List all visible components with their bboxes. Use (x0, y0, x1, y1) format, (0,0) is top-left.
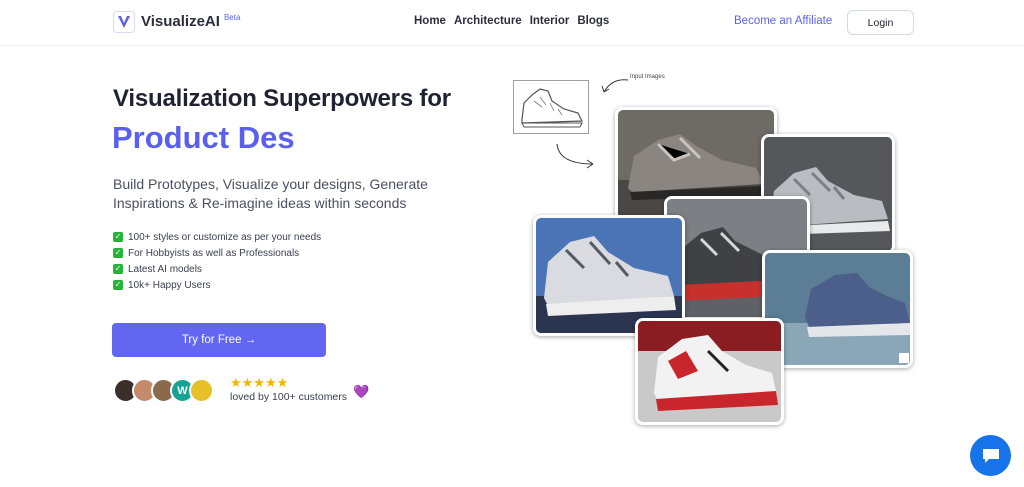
nav-link-architecture[interactable]: Architecture (454, 15, 522, 27)
top-nav: VisualizeAI Beta Home Architecture Inter… (0, 0, 1024, 46)
affiliate-link[interactable]: Become an Affiliate (734, 15, 832, 27)
beta-badge: Beta (223, 13, 241, 22)
checkmark-icon: ✓ (113, 264, 123, 274)
logo-icon (113, 11, 135, 33)
hero-title-accent: Product Des (112, 120, 295, 155)
chat-button[interactable] (970, 435, 1011, 476)
logo-name: VisualizeAI (141, 13, 220, 30)
rating-stars: ★★★★★ (230, 375, 289, 390)
try-for-free-button[interactable]: Try for Free → (112, 323, 326, 357)
loved-by-text: loved by 100+ customers (230, 391, 348, 403)
feature-item: ✓ Latest AI models (113, 263, 202, 275)
chat-bubble-icon (982, 448, 999, 463)
feature-item: ✓ For Hobbyists as well as Professionals (113, 247, 300, 259)
input-sketch-image (513, 80, 589, 134)
checkmark-icon: ✓ (113, 280, 123, 290)
login-button[interactable]: Login (847, 10, 914, 35)
nav-link-blogs[interactable]: Blogs (577, 15, 609, 27)
feature-item: ✓ 100+ styles or customize as per your ne… (113, 231, 322, 243)
feature-item: ✓ 10k+ Happy Users (113, 279, 211, 291)
logo[interactable]: VisualizeAI Beta (113, 11, 240, 33)
feature-list: ✓ 100+ styles or customize as per your ne… (113, 229, 321, 293)
generated-shoe-image (635, 318, 784, 425)
avatar (189, 378, 214, 403)
arrow-icon (556, 143, 594, 169)
heart-icon: 💜 (353, 384, 370, 399)
hero-title: Visualization Superpowers for (113, 85, 451, 112)
nav-link-home[interactable]: Home (414, 15, 446, 27)
input-images-label: Input Images (630, 74, 665, 80)
nav-link-interior[interactable]: Interior (530, 15, 570, 27)
checkmark-icon: ✓ (113, 248, 123, 258)
hero-subtitle: Build Prototypes, Visualize your designs… (113, 176, 428, 211)
generated-shoe-image (762, 250, 913, 368)
arrow-icon (601, 79, 629, 93)
checkmark-icon: ✓ (113, 232, 123, 242)
nav-links: Home Architecture Interior Blogs (414, 15, 609, 27)
